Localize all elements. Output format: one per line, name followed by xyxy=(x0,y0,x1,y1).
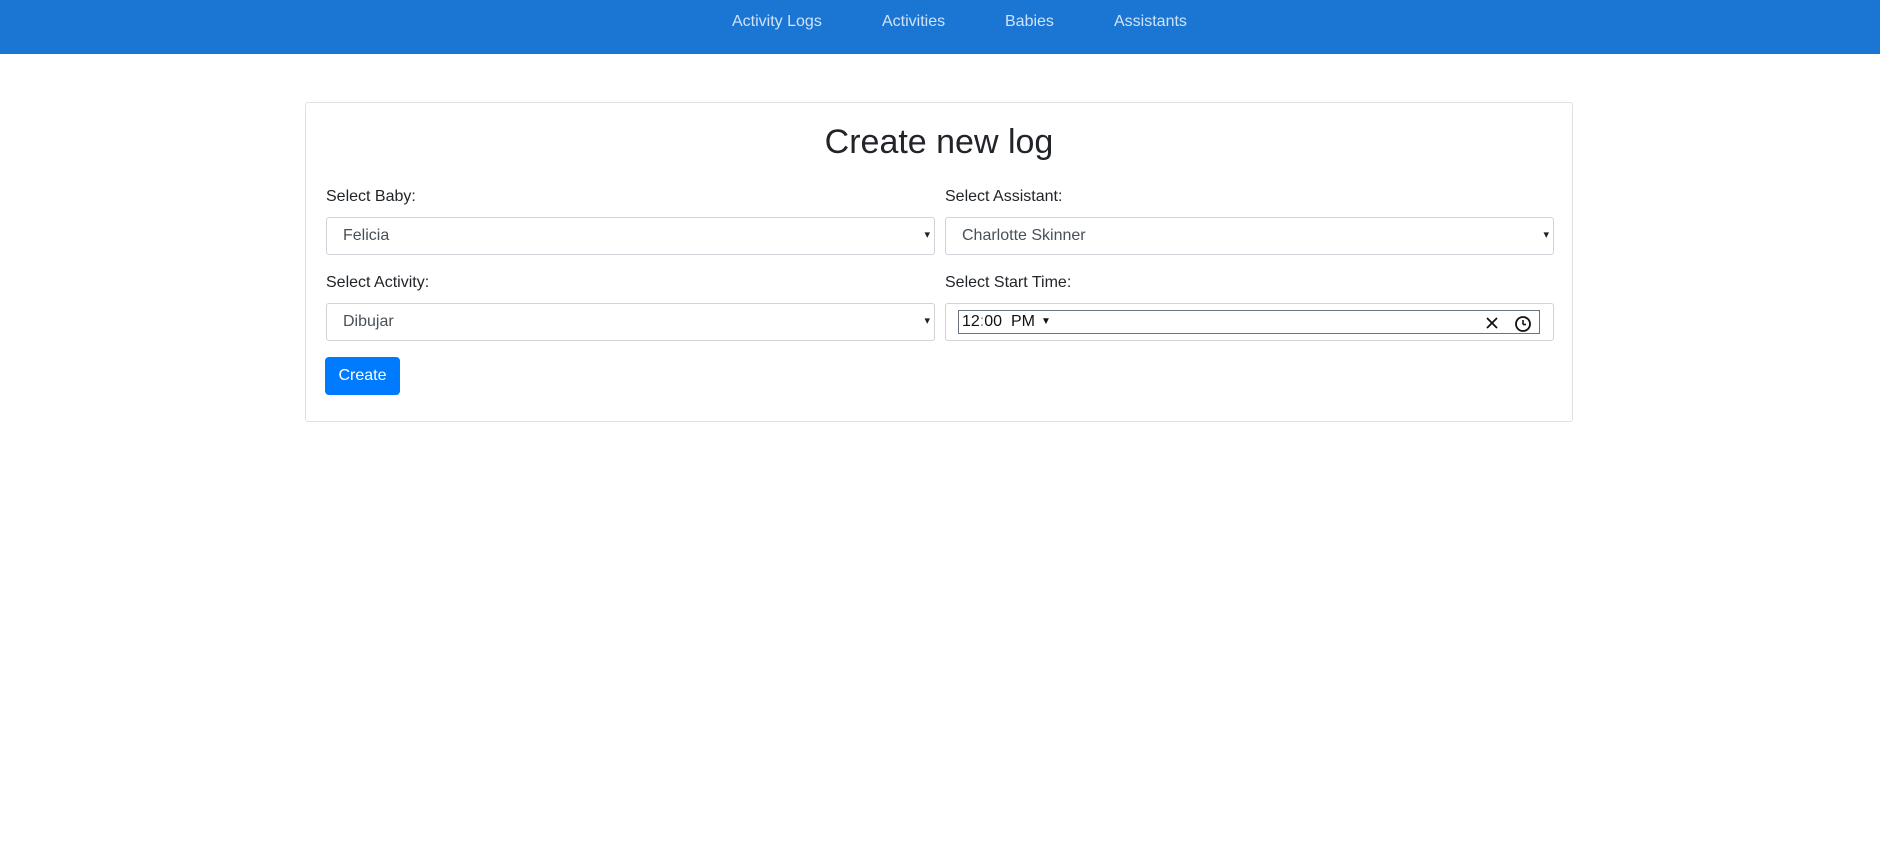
create-button[interactable]: Create xyxy=(325,357,400,395)
time-picker-input[interactable]: 12:00 PM ▼ xyxy=(958,310,1540,334)
time-hours[interactable]: 12 xyxy=(962,313,980,330)
nav-link-activity-logs[interactable]: Activity Logs xyxy=(732,13,822,31)
create-log-card: Create new log Select Baby: Felicia ▾ Se… xyxy=(305,102,1573,422)
close-icon[interactable] xyxy=(1485,316,1499,330)
nav-link-activities[interactable]: Activities xyxy=(882,13,945,31)
activity-label: Select Activity: xyxy=(326,274,430,291)
time-value: 12:00 PM ▼ xyxy=(962,313,1051,330)
assistant-label: Select Assistant: xyxy=(945,188,1063,205)
chevron-down-icon[interactable]: ▼ xyxy=(1041,316,1051,327)
time-minutes[interactable]: 00 xyxy=(984,313,1002,330)
activity-select-value: Dibujar xyxy=(343,313,394,330)
page-title: Create new log xyxy=(824,123,1054,161)
chevron-down-icon: ▾ xyxy=(1543,229,1549,241)
assistant-select-value: Charlotte Skinner xyxy=(962,227,1086,244)
assistant-select[interactable]: Charlotte Skinner ▾ xyxy=(945,217,1554,255)
baby-label: Select Baby: xyxy=(326,188,416,205)
baby-select-value: Felicia xyxy=(343,227,390,244)
nav-link-assistants[interactable]: Assistants xyxy=(1114,13,1187,31)
nav-link-babies[interactable]: Babies xyxy=(1005,13,1054,31)
start-time-label: Select Start Time: xyxy=(945,274,1072,291)
baby-select[interactable]: Felicia ▾ xyxy=(326,217,935,255)
chevron-down-icon: ▾ xyxy=(924,229,930,241)
clock-icon[interactable] xyxy=(1514,315,1532,333)
start-time-field[interactable]: 12:00 PM ▼ xyxy=(945,303,1554,341)
chevron-down-icon: ▾ xyxy=(924,315,930,327)
top-navbar: Activity Logs Activities Babies Assistan… xyxy=(0,0,1880,54)
time-period[interactable]: PM xyxy=(1011,313,1035,330)
activity-select[interactable]: Dibujar ▾ xyxy=(326,303,935,341)
